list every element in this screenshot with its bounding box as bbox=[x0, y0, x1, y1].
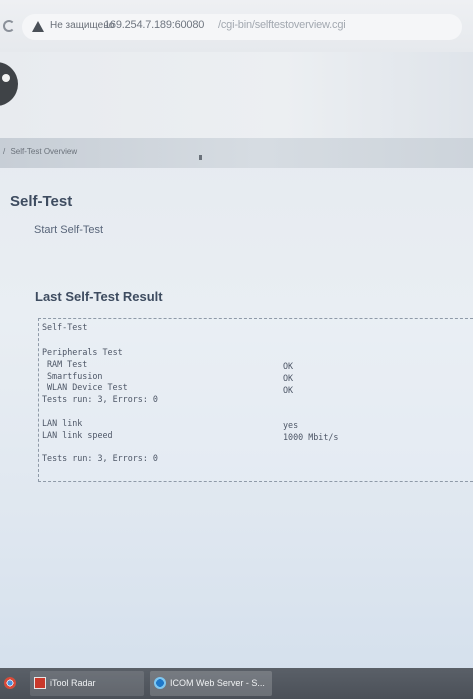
section-title: Last Self-Test Result bbox=[35, 289, 163, 304]
taskbar-item-icom-web-server[interactable]: ICOM Web Server - S... bbox=[150, 671, 272, 696]
result-value: OK bbox=[283, 385, 294, 395]
peripherals-heading: Peripherals Test bbox=[42, 347, 123, 357]
chrome-icon[interactable] bbox=[4, 677, 16, 689]
url-host[interactable]: 169.254.7.189:60080 bbox=[104, 19, 204, 31]
peripherals-summary: Tests run: 3, Errors: 0 bbox=[42, 394, 158, 404]
radar-icon bbox=[34, 677, 46, 689]
result-header: Self-Test bbox=[42, 322, 88, 332]
browser-address-bar: Не защищено 169.254.7.189:60080 /cgi-bin… bbox=[0, 0, 473, 53]
url-field[interactable]: Не защищено 169.254.7.189:60080 /cgi-bin… bbox=[22, 14, 462, 40]
breadcrumb-current: Self-Test Overview bbox=[10, 147, 78, 156]
self-test-result-box: Self-Test Peripherals Test RAM Test OK S… bbox=[38, 318, 473, 482]
browser-icon bbox=[154, 677, 166, 689]
result-label: Smartfusion bbox=[47, 371, 103, 381]
breadcrumb-bar: / Self-Test Overview bbox=[0, 138, 473, 168]
taskbar: iTool Radar ICOM Web Server - S... bbox=[0, 668, 473, 699]
taskbar-item-label: ICOM Web Server - S... bbox=[170, 678, 265, 688]
result-label: LAN link speed bbox=[42, 430, 113, 440]
result-value: 1000 Mbit/s bbox=[283, 432, 339, 442]
breadcrumb-separator: / bbox=[3, 147, 6, 156]
start-self-test-link[interactable]: Start Self-Test bbox=[34, 224, 103, 236]
mouse-cursor-icon bbox=[199, 155, 202, 160]
warning-icon[interactable] bbox=[32, 21, 44, 32]
lan-summary: Tests run: 3, Errors: 0 bbox=[42, 453, 158, 463]
result-value: OK bbox=[283, 361, 294, 371]
result-label: LAN link bbox=[42, 418, 83, 428]
result-value: OK bbox=[283, 373, 294, 383]
breadcrumb: / Self-Test Overview bbox=[0, 147, 77, 156]
url-path[interactable]: /cgi-bin/selftestoverview.cgi bbox=[218, 19, 346, 31]
reload-icon[interactable] bbox=[3, 20, 15, 32]
page-title: Self-Test bbox=[10, 193, 73, 210]
site-header bbox=[0, 52, 473, 138]
browser-window: Не защищено 169.254.7.189:60080 /cgi-bin… bbox=[0, 0, 473, 699]
result-label: RAM Test bbox=[47, 359, 88, 369]
taskbar-item-label: iTool Radar bbox=[50, 678, 96, 688]
logo-icon bbox=[0, 62, 18, 106]
taskbar-item-itool-radar[interactable]: iTool Radar bbox=[30, 671, 144, 696]
result-label: WLAN Device Test bbox=[47, 382, 128, 392]
result-value: yes bbox=[283, 420, 299, 430]
